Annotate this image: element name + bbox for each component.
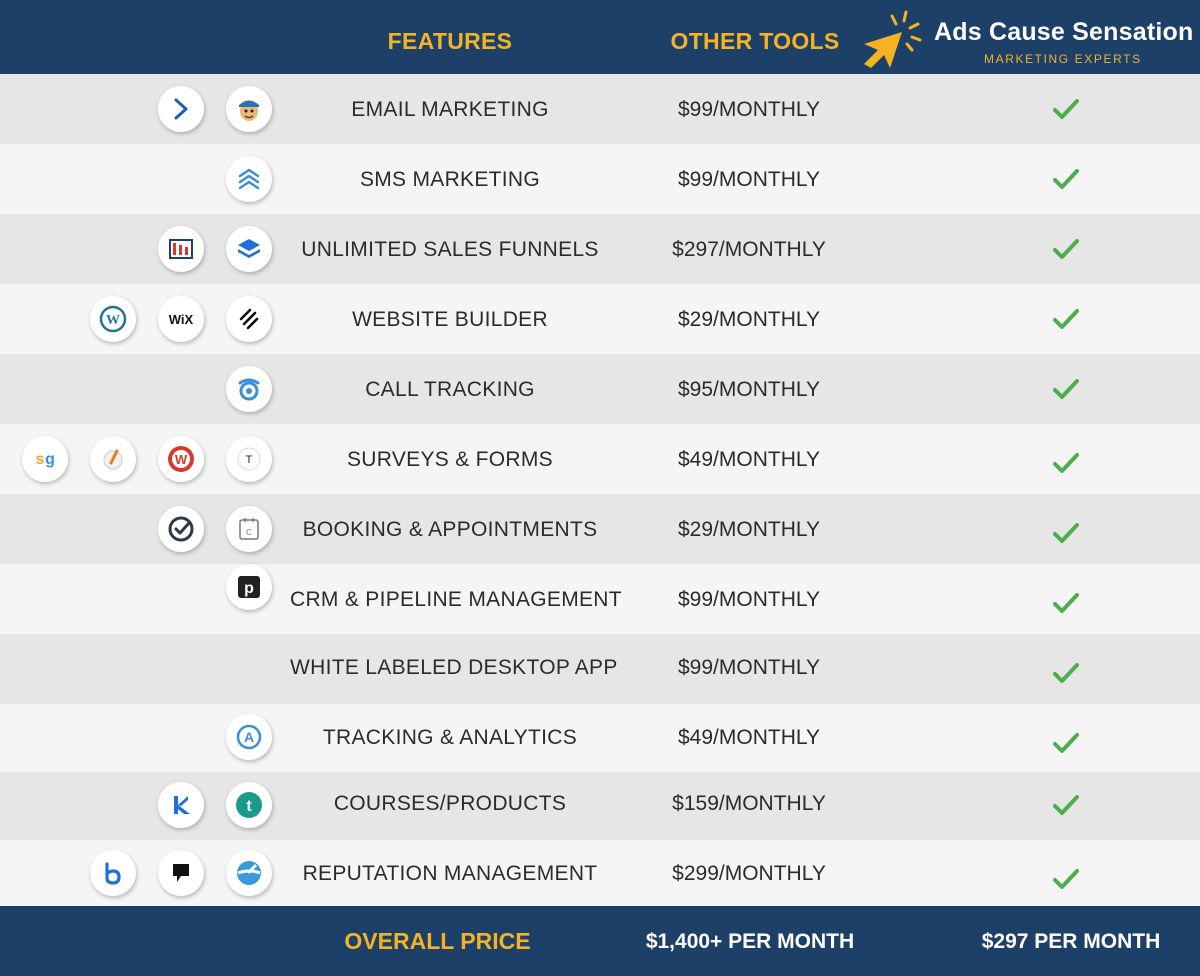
wix-icon: WiX: [158, 296, 204, 342]
teachable-icon: t: [226, 782, 272, 828]
table-row: WHITE LABELED DESKTOP APP $99/MONTHLY: [0, 634, 1200, 704]
table-header: FEATURES OTHER TOOLS Ads Cause Sensation…: [0, 0, 1200, 74]
wordpress-icon: W: [90, 296, 136, 342]
checkmark-icon: [1053, 869, 1079, 889]
checkmark-icon: [1053, 239, 1079, 259]
podium-icon: [158, 850, 204, 896]
leadpages-icon: [226, 226, 272, 272]
checkmark-icon: [1053, 99, 1079, 119]
checkmark-icon: [1053, 169, 1079, 189]
surveygizmo-icon: s g: [22, 436, 68, 482]
feature-name: REPUTATION MANAGEMENT: [302, 862, 598, 885]
other-tools-total: $1,400+ PER MONTH: [645, 930, 855, 953]
activecampaign-icon: [158, 86, 204, 132]
svg-text:W: W: [175, 452, 188, 467]
table-row: A TRACKING & ANALYTICS $49/MONTHLY: [0, 704, 1200, 772]
other-tools-price: $159/MONTHLY: [672, 792, 826, 815]
feature-name: WEBSITE BUILDER: [352, 308, 548, 331]
brand-logo: Ads Cause Sensation MARKETING EXPERTS: [858, 6, 1200, 72]
other-tools-price: $297/MONTHLY: [672, 238, 826, 261]
wufoo-icon: W: [158, 436, 204, 482]
feature-name: BOOKING & APPOINTMENTS: [302, 518, 598, 541]
table-row: p CRM & PIPELINE MANAGEMENT $99/MONTHLY: [0, 564, 1200, 634]
table-row: t COURSES/PRODUCTS $159/MONTHLY: [0, 772, 1200, 840]
svg-text:W: W: [106, 313, 120, 328]
jotform-icon: [90, 436, 136, 482]
typeform-icon: T: [226, 436, 272, 482]
brand-name: Ads Cause Sensation: [934, 18, 1194, 46]
cursor-click-icon: [864, 10, 922, 68]
checkmark-icon: [1053, 523, 1079, 543]
checkmark-icon: [1053, 733, 1079, 753]
svg-text:C: C: [246, 528, 252, 537]
table-row: EMAIL MARKETING $99/MONTHLY: [0, 74, 1200, 144]
svg-text:WiX: WiX: [169, 312, 194, 327]
other-tools-price: $95/MONTHLY: [678, 378, 820, 401]
brand-tagline: MARKETING EXPERTS: [984, 52, 1142, 66]
analytics-icon: A: [226, 714, 272, 760]
svg-text:p: p: [244, 580, 254, 597]
other-tools-column-header: OTHER TOOLS: [670, 28, 840, 54]
feature-name: CRM & PIPELINE MANAGEMENT: [290, 588, 622, 611]
checkmark-icon: [1053, 593, 1079, 613]
checkmark-icon: [1053, 795, 1079, 815]
table-row: CALL TRACKING $95/MONTHLY: [0, 354, 1200, 424]
table-row: SMS MARKETING $99/MONTHLY: [0, 144, 1200, 214]
pipedrive-icon: p: [226, 564, 272, 610]
sms-stack-icon: [226, 156, 272, 202]
clickfunnels-icon: [158, 226, 204, 272]
table-row: W WiX WEBSITE BUILDER $29/MONTHLY: [0, 284, 1200, 354]
feature-name: UNLIMITED SALES FUNNELS: [301, 238, 599, 261]
other-tools-price: $29/MONTHLY: [678, 308, 820, 331]
svg-text:A: A: [244, 729, 254, 745]
overall-price-label: OVERALL PRICE: [344, 928, 531, 954]
kajabi-icon: [158, 782, 204, 828]
checkmark-icon: [1053, 379, 1079, 399]
squarespace-icon: [226, 296, 272, 342]
features-column-header: FEATURES: [387, 28, 513, 54]
reputation-icon: [226, 850, 272, 896]
other-tools-price: $99/MONTHLY: [678, 98, 820, 121]
checkmark-icon: [1053, 309, 1079, 329]
other-tools-price: $29/MONTHLY: [678, 518, 820, 541]
feature-name: WHITE LABELED DESKTOP APP: [290, 656, 618, 679]
other-tools-price: $99/MONTHLY: [678, 656, 820, 679]
other-tools-price: $49/MONTHLY: [678, 448, 820, 471]
feature-name: CALL TRACKING: [365, 378, 535, 401]
birdeye-icon: [90, 850, 136, 896]
table-row: UNLIMITED SALES FUNNELS $297/MONTHLY: [0, 214, 1200, 284]
feature-name: SMS MARKETING: [359, 168, 541, 191]
feature-name: COURSES/PRODUCTS: [333, 792, 567, 815]
svg-text:s: s: [36, 451, 45, 468]
mailchimp-icon: [226, 86, 272, 132]
calltracking-icon: [226, 366, 272, 412]
other-tools-price: $49/MONTHLY: [678, 726, 820, 749]
svg-text:t: t: [246, 798, 252, 815]
calendly-icon: C: [226, 506, 272, 552]
other-tools-price: $99/MONTHLY: [678, 588, 820, 611]
svg-text:T: T: [246, 454, 253, 466]
other-tools-price: $299/MONTHLY: [672, 862, 826, 885]
acuity-icon: [158, 506, 204, 552]
table-row: C BOOKING & APPOINTMENTS $29/MONTHLY: [0, 494, 1200, 564]
table-row: s g W T SURVEYS & FORMS $49/MONTHLY: [0, 424, 1200, 494]
table-row: REPUTATION MANAGEMENT $299/MONTHLY: [0, 840, 1200, 906]
feature-name: TRACKING & ANALYTICS: [322, 726, 578, 749]
checkmark-icon: [1053, 453, 1079, 473]
other-tools-price: $99/MONTHLY: [678, 168, 820, 191]
checkmark-icon: [1053, 663, 1079, 683]
feature-name: SURVEYS & FORMS: [347, 448, 553, 471]
feature-name: EMAIL MARKETING: [351, 98, 549, 121]
table-footer: OVERALL PRICE $1,400+ PER MONTH $297 PER…: [0, 906, 1200, 976]
our-price: $297 PER MONTH: [981, 930, 1161, 953]
svg-text:g: g: [45, 451, 55, 468]
